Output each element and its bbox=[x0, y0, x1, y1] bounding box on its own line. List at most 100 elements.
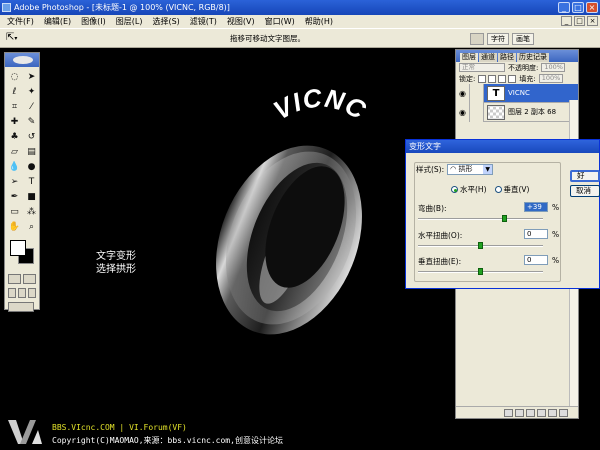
vertical-distortion-input[interactable]: 0 bbox=[524, 255, 548, 265]
tab-layers[interactable]: 图层 bbox=[460, 53, 478, 62]
menu-bar: 文件(F) 编辑(E) 图像(I) 图层(L) 选择(S) 滤镜(T) 视图(V… bbox=[0, 15, 600, 28]
link-brush-icon[interactable] bbox=[470, 83, 484, 103]
lock-all-icon[interactable] bbox=[508, 74, 517, 83]
tab-brushes[interactable]: 画笔 bbox=[512, 33, 534, 45]
quick-mask-controls bbox=[5, 272, 39, 286]
vertical-distortion-thumb[interactable] bbox=[478, 268, 483, 275]
opacity-input[interactable]: 100% bbox=[541, 63, 566, 72]
menu-file[interactable]: 文件(F) bbox=[2, 16, 39, 27]
doc-restore-button[interactable]: □ bbox=[574, 16, 585, 26]
history-brush-tool-icon[interactable]: ↺ bbox=[24, 130, 39, 144]
full-screen-menu-button[interactable] bbox=[18, 288, 26, 298]
menu-edit[interactable]: 编辑(E) bbox=[39, 16, 76, 27]
doc-minimize-button[interactable]: _ bbox=[561, 16, 572, 26]
marquee-tool-icon[interactable]: ◌ bbox=[7, 70, 22, 84]
dodge-tool-icon[interactable]: ● bbox=[24, 160, 39, 174]
add-mask-icon[interactable] bbox=[515, 408, 524, 417]
new-layer-icon[interactable] bbox=[548, 408, 557, 417]
menu-view[interactable]: 视图(V) bbox=[222, 16, 260, 27]
ok-button[interactable]: 好 bbox=[570, 170, 600, 182]
photoshop-app-icon bbox=[2, 3, 11, 12]
quick-mask-mode-button[interactable] bbox=[23, 274, 36, 284]
minimize-button[interactable]: _ bbox=[558, 2, 570, 13]
eraser-tool-icon[interactable]: ▱ bbox=[7, 145, 22, 159]
lasso-tool-icon[interactable]: ℓ bbox=[7, 85, 22, 99]
pen-tool-icon[interactable]: ✒ bbox=[7, 190, 22, 204]
bend-slider-thumb[interactable] bbox=[502, 215, 507, 222]
lock-transparency-icon[interactable] bbox=[478, 74, 487, 83]
cancel-button[interactable]: 取消 bbox=[570, 185, 600, 197]
link-brush-icon[interactable] bbox=[470, 102, 484, 122]
lock-pixels-icon[interactable] bbox=[488, 74, 497, 83]
visibility-eye-icon[interactable]: ◉ bbox=[456, 83, 470, 103]
toolbox-header[interactable] bbox=[5, 53, 39, 67]
horizontal-distortion-input[interactable]: 0 bbox=[524, 229, 548, 239]
lock-options bbox=[478, 74, 517, 83]
document-controls: _ □ × bbox=[561, 16, 598, 26]
menu-layer[interactable]: 图层(L) bbox=[111, 16, 148, 27]
new-set-icon[interactable] bbox=[526, 408, 535, 417]
horizontal-distortion-thumb[interactable] bbox=[478, 242, 483, 249]
blend-mode-select[interactable]: 正常 bbox=[459, 63, 505, 72]
eyedropper-tool-icon[interactable]: ⁂ bbox=[24, 205, 39, 219]
brush-tool-icon[interactable]: ✎ bbox=[24, 115, 39, 129]
visibility-eye-icon[interactable]: ◉ bbox=[456, 102, 470, 122]
horizontal-distortion-unit: % bbox=[552, 230, 560, 239]
adjustment-layer-icon[interactable] bbox=[537, 408, 546, 417]
full-screen-button[interactable] bbox=[28, 288, 36, 298]
horizontal-radio[interactable]: 水平(H) bbox=[451, 184, 487, 195]
lock-position-icon[interactable] bbox=[498, 74, 507, 83]
zoom-tool-icon[interactable]: ⌕ bbox=[24, 220, 39, 234]
close-button[interactable]: × bbox=[586, 2, 598, 13]
bend-input[interactable]: +39 bbox=[524, 202, 548, 212]
standard-screen-button[interactable] bbox=[8, 288, 16, 298]
gradient-tool-icon[interactable]: ▤ bbox=[24, 145, 39, 159]
path-selection-tool-icon[interactable]: ➢ bbox=[7, 175, 22, 189]
color-swatches bbox=[5, 238, 39, 272]
bend-slider-track[interactable] bbox=[418, 218, 543, 220]
note-line-arch: 选择拱形 bbox=[96, 264, 136, 275]
warped-brand-text[interactable]: VICNC bbox=[255, 85, 385, 140]
tab-paths[interactable]: 路径 bbox=[498, 53, 516, 62]
trash-icon[interactable] bbox=[559, 408, 568, 417]
menu-select[interactable]: 选择(S) bbox=[147, 16, 184, 27]
tool-preset-picker[interactable]: ⇱▾ bbox=[6, 32, 34, 45]
layer-thumbnail bbox=[487, 104, 505, 120]
blend-row: 正常 不透明度: 100% bbox=[456, 62, 578, 73]
hand-tool-icon[interactable]: ✋ bbox=[7, 220, 22, 234]
blur-tool-icon[interactable]: 💧 bbox=[7, 160, 22, 174]
slice-tool-icon[interactable]: ⁄ bbox=[24, 100, 39, 114]
healing-brush-tool-icon[interactable]: ✚ bbox=[7, 115, 22, 129]
vertical-label: 垂直(V) bbox=[503, 185, 530, 194]
crop-tool-icon[interactable]: ⌗ bbox=[7, 100, 22, 114]
style-select[interactable]: ◠ 拱形 ▼ bbox=[447, 164, 494, 175]
menu-window[interactable]: 窗口(W) bbox=[260, 16, 300, 27]
layer-style-icon[interactable] bbox=[504, 408, 513, 417]
layer-row[interactable]: ◉ 图层 2 副本 68 bbox=[456, 102, 578, 122]
standard-mode-button[interactable] bbox=[8, 274, 21, 284]
file-browser-icon[interactable] bbox=[470, 33, 484, 45]
foreground-color-swatch[interactable] bbox=[10, 240, 26, 256]
vertical-radio[interactable]: 垂直(V) bbox=[494, 184, 530, 195]
lock-label: 锁定: bbox=[459, 74, 476, 83]
options-bar: ⇱▾ 拖移可移动文字图层。 字符 画笔 bbox=[0, 28, 600, 48]
move-tool-icon[interactable]: ➤ bbox=[24, 70, 39, 84]
shape-tool-icon[interactable]: ■ bbox=[24, 190, 39, 204]
menu-image[interactable]: 图像(I) bbox=[76, 16, 111, 27]
magic-wand-tool-icon[interactable]: ✦ bbox=[24, 85, 39, 99]
type-tool-icon[interactable]: T bbox=[24, 175, 39, 189]
menu-help[interactable]: 帮助(H) bbox=[300, 16, 338, 27]
tab-channels[interactable]: 通道 bbox=[479, 53, 497, 62]
notes-tool-icon[interactable]: ▭ bbox=[7, 205, 22, 219]
maximize-button[interactable]: □ bbox=[572, 2, 584, 13]
fill-input[interactable]: 100% bbox=[538, 74, 563, 83]
tab-history[interactable]: 历史记录 bbox=[517, 53, 549, 62]
tab-character[interactable]: 字符 bbox=[487, 33, 509, 45]
clone-stamp-tool-icon[interactable]: ♣ bbox=[7, 130, 22, 144]
menu-filter[interactable]: 滤镜(T) bbox=[185, 16, 222, 27]
layer-row[interactable]: ◉ T VICNC bbox=[456, 83, 578, 103]
imageready-jump-button[interactable] bbox=[8, 302, 34, 312]
bend-label: 弯曲(B): bbox=[418, 204, 447, 213]
jump-to-controls bbox=[5, 300, 39, 314]
doc-close-button[interactable]: × bbox=[587, 16, 598, 26]
